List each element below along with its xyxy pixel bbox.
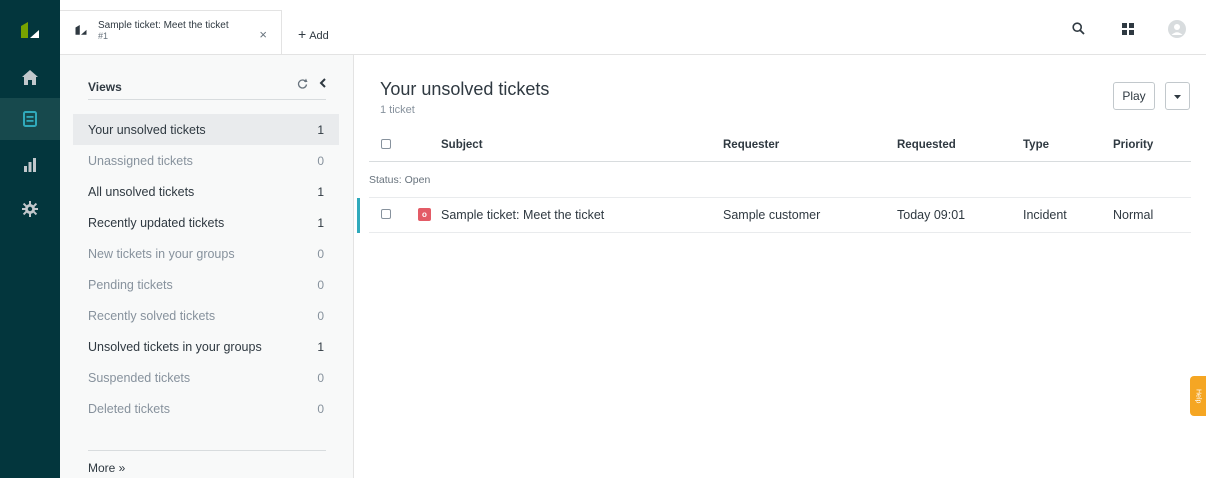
view-item-unassigned[interactable]: Unassigned tickets 0 [73,145,339,176]
view-item-recently-updated[interactable]: Recently updated tickets 1 [73,207,339,238]
main-content: Your unsolved tickets 1 ticket Play Subj… [354,55,1206,478]
view-count: 0 [317,401,324,416]
zendesk-logo-icon[interactable] [0,18,60,44]
view-item-all-unsolved[interactable]: All unsolved tickets 1 [73,176,339,207]
view-count: 1 [317,339,324,354]
select-all-checkbox[interactable] [381,139,391,152]
caret-down-icon [1174,91,1181,101]
views-panel: Views Your unsolved tickets 1 Unassigned … [60,55,354,478]
column-type[interactable]: Type [1023,139,1049,151]
view-label: Unsolved tickets in your groups [88,339,262,354]
ticket-count: 1 ticket [380,104,415,116]
view-item-your-unsolved[interactable]: Your unsolved tickets 1 [73,114,339,145]
close-icon[interactable]: × [259,27,267,42]
ticket-tab[interactable]: Sample ticket: Meet the ticket #1 × [60,10,282,55]
view-label: Pending tickets [88,277,173,292]
group-header: Status: Open [369,162,1191,198]
row-checkbox[interactable] [381,208,391,222]
table-row[interactable]: o Sample ticket: Meet the ticket Sample … [357,198,1191,233]
column-requester[interactable]: Requester [723,139,779,151]
column-subject[interactable]: Subject [441,139,483,151]
view-count: 0 [317,308,324,323]
divider [88,450,326,451]
ticket-type: Incident [1023,208,1067,222]
tab-subtitle: #1 [98,31,109,41]
ticket-logo-icon [74,23,88,41]
column-priority[interactable]: Priority [1113,139,1153,151]
play-dropdown-button[interactable] [1165,82,1190,110]
add-tab-button[interactable]: + Add [298,26,329,42]
view-count: 1 [317,122,324,137]
view-item-unsolved-in-groups[interactable]: Unsolved tickets in your groups 1 [73,331,339,362]
views-icon[interactable] [0,98,60,140]
ticket-requester: Sample customer [723,208,821,222]
view-count: 0 [317,246,324,261]
ticket-priority: Normal [1113,208,1154,222]
view-label: Suspended tickets [88,370,191,385]
more-views-link[interactable]: More » [88,461,125,475]
page-title: Your unsolved tickets [380,79,550,99]
view-label: Deleted tickets [88,401,170,416]
tab-title: Sample ticket: Meet the ticket [98,20,229,31]
ticket-requested: Today 09:01 [897,208,966,222]
view-item-new-in-groups[interactable]: New tickets in your groups 0 [73,238,339,269]
home-icon[interactable] [0,56,60,98]
status-badge: o [418,208,431,221]
view-label: All unsolved tickets [88,184,195,199]
ticket-subject[interactable]: Sample ticket: Meet the ticket [441,208,604,222]
view-item-recently-solved[interactable]: Recently solved tickets 0 [73,300,339,331]
refresh-icon[interactable] [297,78,308,92]
view-count: 0 [317,370,324,385]
view-label: Recently updated tickets [88,215,225,230]
play-button[interactable]: Play [1113,82,1155,110]
column-requested[interactable]: Requested [897,139,956,151]
views-header: Views [88,78,326,100]
view-count: 0 [317,277,324,292]
view-count: 1 [317,184,324,199]
avatar[interactable] [1168,20,1186,43]
apps-grid-icon[interactable] [1122,22,1134,40]
help-tab[interactable]: Help [1190,376,1206,416]
view-label: Recently solved tickets [88,308,216,323]
reports-icon[interactable] [0,144,60,186]
row-accent [357,198,360,233]
view-item-deleted[interactable]: Deleted tickets 0 [73,393,339,424]
view-count: 0 [317,153,324,168]
left-nav [0,0,60,478]
view-label: Your unsolved tickets [88,122,206,137]
collapse-chevron-icon[interactable] [319,77,326,91]
group-label: Status: Open [369,174,431,186]
view-label: New tickets in your groups [88,246,235,261]
views-list: Your unsolved tickets 1 Unassigned ticket… [73,114,339,424]
search-icon[interactable] [1072,22,1085,40]
view-count: 1 [317,215,324,230]
top-bar: Sample ticket: Meet the ticket #1 × + Add [60,0,1206,55]
table-header: Subject Requester Requested Type Priorit… [369,130,1191,162]
view-item-suspended[interactable]: Suspended tickets 0 [73,362,339,393]
tickets-table: Subject Requester Requested Type Priorit… [357,130,1191,233]
view-item-pending[interactable]: Pending tickets 0 [73,269,339,300]
view-label: Unassigned tickets [88,153,193,168]
gear-icon[interactable] [0,188,60,230]
views-title: Views [88,80,122,94]
plus-icon: + [298,26,307,42]
add-label: Add [309,30,329,42]
